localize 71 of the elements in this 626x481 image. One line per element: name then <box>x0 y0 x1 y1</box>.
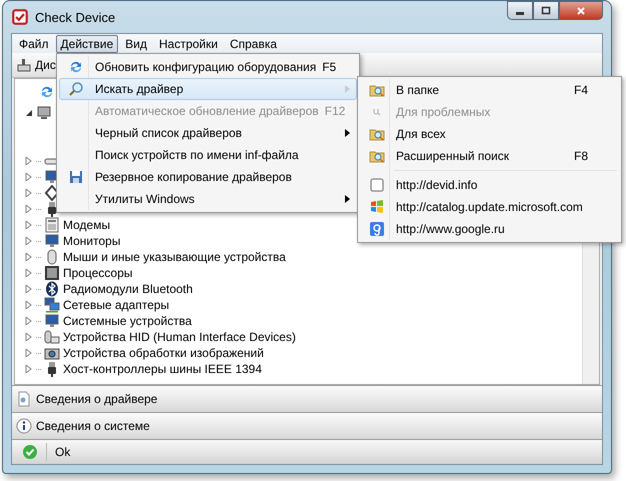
collapse-arrow-icon[interactable] <box>25 109 33 117</box>
expand-arrow-icon[interactable] <box>25 317 33 325</box>
processor-chip-icon <box>44 265 60 281</box>
menu-item[interactable]: Вид <box>120 34 152 52</box>
menu-item[interactable]: Резервное копирование драйверов <box>59 166 357 188</box>
toolbar-label: Дис <box>35 58 56 72</box>
maximize-icon <box>541 6 551 16</box>
menu-item[interactable]: Обновить конфигурацию оборудования F5 <box>59 56 357 78</box>
expand-arrow-icon[interactable] <box>25 301 33 309</box>
menu-item[interactable]: Настройки <box>154 34 223 52</box>
close-icon <box>576 6 586 16</box>
menu-item[interactable]: Справка <box>224 34 282 52</box>
tree-item[interactable]: Радиомодули Bluetooth <box>63 282 193 296</box>
expand-arrow-icon[interactable] <box>25 253 33 261</box>
menu-item[interactable]: Черный список драйверов <box>59 122 357 144</box>
blank-square-icon <box>369 177 385 193</box>
expand-arrow-icon[interactable] <box>25 285 33 293</box>
tree-item[interactable]: Мониторы <box>63 234 120 248</box>
google-g-icon <box>369 221 385 237</box>
close-button[interactable] <box>559 1 603 20</box>
check-circle-icon <box>22 444 38 460</box>
computer-icon <box>36 105 52 121</box>
bluetooth-icon <box>44 281 60 297</box>
expand-arrow-icon[interactable] <box>25 157 33 165</box>
menu-item[interactable]: Расширенный поиск F8 <box>360 145 619 167</box>
modem-icon <box>44 217 60 233</box>
menu-item[interactable]: http://devid.info <box>360 174 619 196</box>
menu-item[interactable]: Файл <box>14 34 54 52</box>
computer-icon <box>16 57 32 73</box>
refresh-icon <box>39 84 55 100</box>
tree-item[interactable]: Процессоры <box>63 266 132 280</box>
info-icon <box>16 418 32 434</box>
expand-arrow-icon[interactable] <box>25 173 33 181</box>
monitor-icon <box>44 233 60 249</box>
status-text: Ok <box>55 445 70 459</box>
monitor-icon <box>44 313 60 329</box>
expand-arrow-icon[interactable] <box>25 349 33 357</box>
tree-item[interactable]: Сетевые адаптеры <box>63 298 170 312</box>
expand-arrow-icon[interactable] <box>25 333 33 341</box>
tree-item[interactable]: Системные устройства <box>63 314 192 328</box>
keyboard-mouse-icon <box>44 329 60 345</box>
expand-arrow-icon[interactable] <box>25 205 33 213</box>
expand-arrow-icon[interactable] <box>25 269 33 277</box>
expand-arrow-icon[interactable] <box>25 221 33 229</box>
menu-item[interactable]: Для всех <box>360 123 619 145</box>
panel-header[interactable]: Сведения о системе <box>12 412 602 439</box>
expand-arrow-icon[interactable] <box>25 189 33 197</box>
tree-item[interactable]: Модемы <box>63 218 110 232</box>
expand-arrow-icon[interactable] <box>25 365 33 373</box>
network-icon <box>44 297 60 313</box>
menu-item[interactable]: Поиск устройств по имени inf-файла <box>59 144 357 166</box>
windows-flag-icon <box>369 199 385 215</box>
minimize-button[interactable] <box>507 1 533 20</box>
menu-item[interactable]: http://catalog.update.microsoft.com <box>360 196 619 218</box>
minimize-icon <box>516 12 524 14</box>
menu-item[interactable]: В папке F4 <box>360 79 619 101</box>
menu-item[interactable]: http://www.google.ru <box>360 218 619 240</box>
expand-arrow-icon[interactable] <box>25 237 33 245</box>
panel-header[interactable]: Сведения о драйвере <box>12 385 602 412</box>
checkmark-icon <box>11 8 29 26</box>
maximize-button[interactable] <box>533 1 559 20</box>
menu-item[interactable]: Утилиты Windows <box>59 188 357 210</box>
magnifier-icon <box>68 81 84 97</box>
tree-item[interactable]: Устройства HID (Human Interface Devices) <box>63 330 296 344</box>
window-title: Check Device <box>35 10 116 24</box>
menu-item[interactable]: Искать драйвер <box>59 78 357 100</box>
tree-item[interactable]: Мыши и иные указывающие устройства <box>63 250 286 264</box>
menu-item[interactable]: Действие <box>56 34 118 52</box>
tree-item[interactable]: Хост-контроллеры шины IEEE 1394 <box>63 362 262 376</box>
tree-item[interactable]: Устройства обработки изображений <box>63 346 264 360</box>
refresh-icon <box>68 59 84 75</box>
